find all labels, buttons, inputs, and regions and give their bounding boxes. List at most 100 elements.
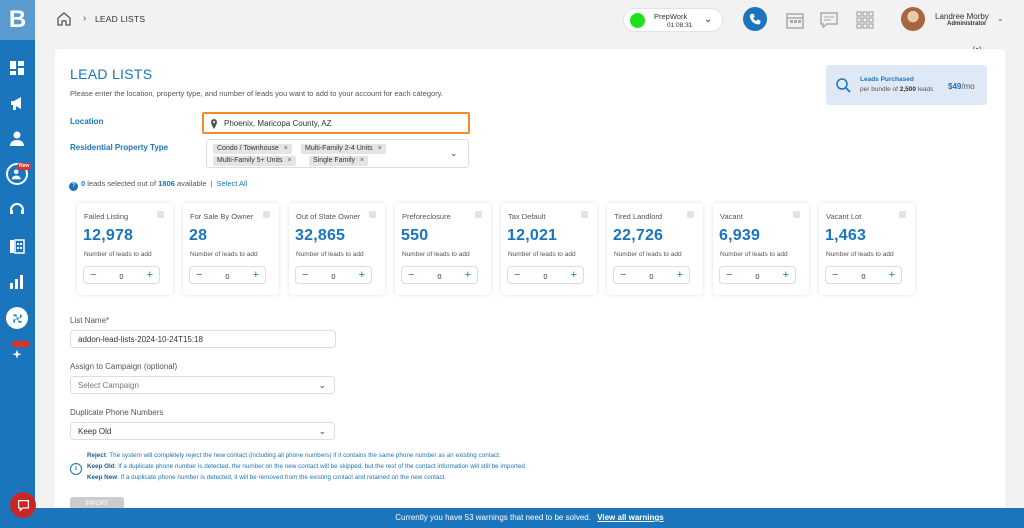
list-name-input[interactable]: addon-lead-lists-2024-10-24T15:18 xyxy=(70,330,336,348)
campaign-label: Assign to Campaign (optional) xyxy=(70,362,178,371)
dialer-icon[interactable] xyxy=(7,236,27,256)
logo-letter: B xyxy=(8,6,27,33)
increment-button[interactable]: + xyxy=(465,269,471,281)
category-checkbox[interactable] xyxy=(899,211,906,218)
remove-chip-icon[interactable]: × xyxy=(284,145,288,152)
category-count: 28 xyxy=(189,227,208,244)
duplicate-value: Keep Old xyxy=(78,427,112,436)
dashboard-icon[interactable] xyxy=(7,58,27,78)
property-chip[interactable]: Multi-Family 5+ Units × xyxy=(213,156,296,166)
megaphone-icon[interactable] xyxy=(7,93,27,113)
user-name[interactable]: Landree Morby xyxy=(935,12,989,21)
duplicate-select[interactable]: Keep Old ⌄ xyxy=(70,422,335,440)
campaign-select[interactable]: Select Campaign ⌄ xyxy=(70,376,335,394)
category-checkbox[interactable] xyxy=(581,211,588,218)
user-role: Administrator xyxy=(947,21,987,27)
home-icon[interactable] xyxy=(57,12,71,26)
leads-selected-summary: ? 0 leads selected out of 1806 available |… xyxy=(69,179,247,191)
map-pin-icon xyxy=(211,119,217,129)
property-chip[interactable]: Multi-Family 2-4 Units × xyxy=(301,144,386,154)
category-name: Tax Default xyxy=(508,212,546,221)
property-chip[interactable]: Condo / Townhouse × xyxy=(213,144,292,154)
page-title: LEAD LISTS xyxy=(70,66,153,82)
category-sub: Number of leads to add xyxy=(720,251,788,258)
location-value: Phoenix, Maricopa County, AZ xyxy=(224,119,332,128)
info-icon: i xyxy=(70,463,82,475)
category-count: 1,463 xyxy=(825,227,867,244)
apps-grid-icon[interactable] xyxy=(855,10,875,30)
quantity-stepper: −0 + xyxy=(825,266,902,284)
campaign-placeholder: Select Campaign xyxy=(78,381,139,390)
contacts-icon[interactable] xyxy=(7,128,27,148)
category-checkbox[interactable] xyxy=(157,211,164,218)
remove-chip-icon[interactable]: × xyxy=(288,157,292,164)
increment-button[interactable]: + xyxy=(783,269,789,281)
info-keep-old: Keep Old: If a duplicate phone number is… xyxy=(87,463,525,470)
help-chat-button[interactable] xyxy=(10,492,36,518)
increment-button[interactable]: + xyxy=(147,269,153,281)
category-count: 6,939 xyxy=(719,227,761,244)
category-checkbox[interactable] xyxy=(793,211,800,218)
status-selector[interactable]: PrepWork 01:08:31 ⌄ xyxy=(623,8,723,32)
info-reject: Reject: The system will completely rejec… xyxy=(87,452,501,459)
leads-purchased-title: Leads Purchased xyxy=(860,76,914,83)
chevron-down-icon[interactable]: ⌄ xyxy=(450,148,458,159)
increment-button[interactable]: + xyxy=(571,269,577,281)
quantity-stepper: −0 + xyxy=(189,266,266,284)
category-card-preforeclosure: Preforeclosure 550 Number of leads to ad… xyxy=(395,203,491,295)
support-chat-icon xyxy=(17,499,29,512)
category-card-tax-default: Tax Default 12,021 Number of leads to ad… xyxy=(501,203,597,295)
quantity-stepper: −0 + xyxy=(507,266,584,284)
top-bar: › LEAD LISTS PrepWork 01:08:31 ⌄ Landree… xyxy=(35,0,1024,40)
increment-button[interactable]: + xyxy=(677,269,683,281)
property-chip[interactable]: Single Family × xyxy=(309,156,369,166)
quantity-stepper: −0 + xyxy=(719,266,796,284)
help-icon[interactable]: ? xyxy=(69,182,78,191)
category-name: Out of State Owner xyxy=(296,212,361,221)
remove-chip-icon[interactable]: × xyxy=(360,157,364,164)
phone-button[interactable] xyxy=(743,7,767,31)
integrations-icon[interactable] xyxy=(6,307,28,329)
select-all-link[interactable]: Select All xyxy=(217,179,248,188)
category-count: 550 xyxy=(401,227,429,244)
breadcrumb[interactable]: LEAD LISTS xyxy=(95,14,145,24)
headset-icon[interactable] xyxy=(7,200,27,220)
warnings-bar: Currently you have 53 warnings that need… xyxy=(35,508,1024,528)
view-warnings-link[interactable]: View all warnings xyxy=(597,513,664,522)
app-logo[interactable]: B xyxy=(0,0,35,40)
duplicate-label: Duplicate Phone Numbers xyxy=(70,408,164,417)
category-checkbox[interactable] xyxy=(475,211,482,218)
category-checkbox[interactable] xyxy=(369,211,376,218)
chevron-down-icon[interactable]: ⌄ xyxy=(997,14,1004,23)
chat-icon[interactable] xyxy=(819,10,839,30)
category-count: 12,978 xyxy=(83,227,134,244)
lead-lists-card: LEAD LISTS Please enter the location, pr… xyxy=(55,49,1005,519)
leads-price: $49/mo xyxy=(948,82,975,91)
category-card-out-of-state-owner: Out of State Owner 32,865 Number of lead… xyxy=(289,203,385,295)
category-checkbox[interactable] xyxy=(263,211,270,218)
category-name: For Sale By Owner xyxy=(190,212,254,221)
category-sub: Number of leads to add xyxy=(508,251,576,258)
category-name: Preforeclosure xyxy=(402,212,451,221)
category-sub: Number of leads to add xyxy=(190,251,258,258)
category-sub: Number of leads to add xyxy=(826,251,894,258)
remove-chip-icon[interactable]: × xyxy=(378,145,382,152)
location-input[interactable]: Phoenix, Maricopa County, AZ xyxy=(202,112,470,134)
increment-button[interactable]: + xyxy=(253,269,259,281)
quantity-stepper: −0 + xyxy=(83,266,160,284)
increment-button[interactable]: + xyxy=(359,269,365,281)
ai-sparkle-icon[interactable] xyxy=(7,345,27,365)
category-count: 32,865 xyxy=(295,227,346,244)
category-name: Failed Listing xyxy=(84,212,129,221)
chevron-down-icon: ⌄ xyxy=(318,380,326,390)
increment-button[interactable]: + xyxy=(889,269,895,281)
category-count: 22,726 xyxy=(613,227,664,244)
status-timer: 01:08:31 xyxy=(667,22,693,29)
avatar[interactable] xyxy=(901,7,925,31)
reports-icon[interactable] xyxy=(7,272,27,292)
chevron-down-icon: ⌄ xyxy=(318,426,326,436)
calendar-icon[interactable] xyxy=(785,10,805,30)
property-type-select[interactable]: Condo / Townhouse × Multi-Family 2-4 Unit… xyxy=(206,139,469,168)
category-card-vacant: Vacant 6,939 Number of leads to add −0 + xyxy=(713,203,809,295)
category-checkbox[interactable] xyxy=(687,211,694,218)
